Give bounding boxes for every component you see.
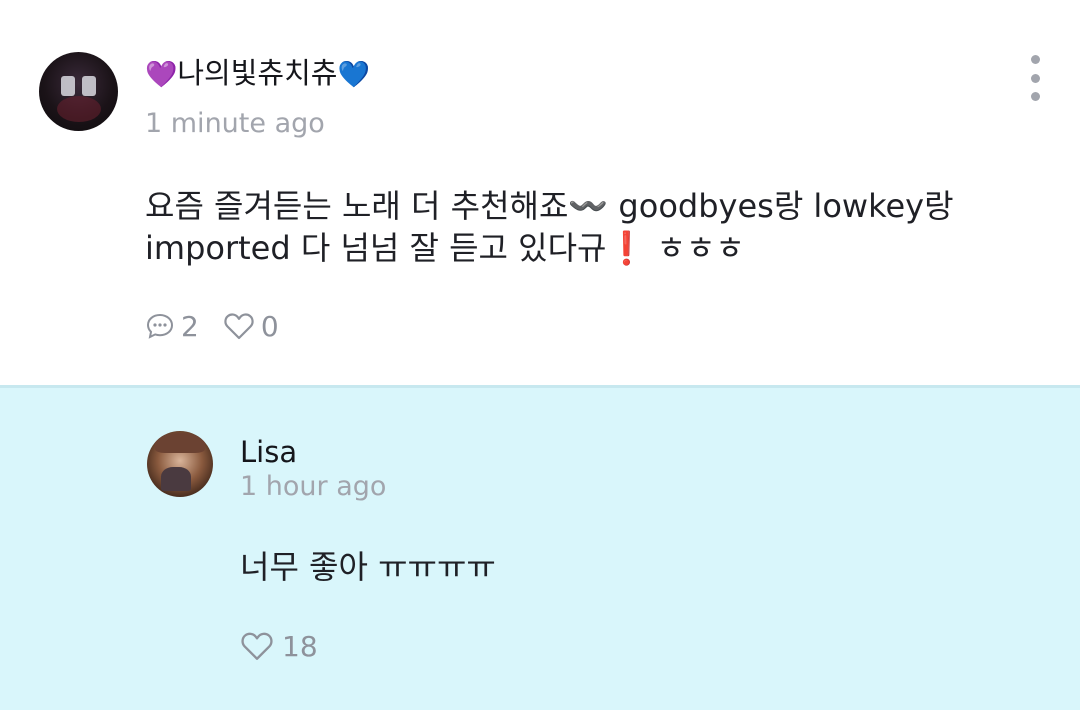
avatar-glow xyxy=(57,96,101,122)
avatar-hair xyxy=(155,433,205,453)
comment-timestamp: 1 minute ago xyxy=(145,108,325,139)
comment-body-line-2: imported 다 넘넘 잘 듣고 있다규❗ ㅎㅎㅎ xyxy=(145,229,745,267)
reply-like-count: 18 xyxy=(282,629,318,663)
avatar-hand xyxy=(161,467,191,491)
heart-outline-icon xyxy=(241,632,273,660)
exclamation-icon: ❗ xyxy=(606,229,647,267)
username-text: 나의빛츄치츄 xyxy=(177,56,338,90)
reply-username[interactable]: Lisa xyxy=(240,435,297,469)
reply-avatar[interactable] xyxy=(147,431,213,497)
reply-card: Lisa 1 hour ago 너무 좋아 ㅠㅠㅠㅠ 18 xyxy=(0,385,1080,710)
reply-button[interactable]: 2 xyxy=(145,310,199,343)
comment-body-line-1: 요즘 즐겨듣는 노래 더 추천해죠〰️ goodbyes랑 lowkey랑 xyxy=(145,187,954,225)
heart-outline-icon xyxy=(224,313,254,340)
comment-username[interactable]: 💜나의빛츄치츄💙 xyxy=(145,55,370,93)
like-count: 0 xyxy=(260,309,279,343)
comment-card: 💜나의빛츄치츄💙 1 minute ago 요즘 즐겨듣는 노래 더 추천해죠〰… xyxy=(0,0,1080,385)
vertical-ellipsis-icon xyxy=(1030,55,1040,64)
avatar-figure-right xyxy=(82,76,96,96)
reply-count: 2 xyxy=(181,309,199,343)
comment-actions: 2 0 xyxy=(145,307,279,345)
reply-like-button[interactable]: 18 xyxy=(240,626,318,666)
speech-bubble-icon xyxy=(146,313,174,339)
reply-timestamp: 1 hour ago xyxy=(240,471,387,502)
reply-body: 너무 좋아 ㅠㅠㅠㅠ xyxy=(240,548,496,586)
blue-heart-icon: 💙 xyxy=(337,60,370,90)
purple-heart-icon: 💜 xyxy=(145,60,178,90)
like-button[interactable]: 0 xyxy=(223,310,279,343)
avatar[interactable] xyxy=(39,52,118,131)
avatar-figure-left xyxy=(61,76,75,96)
more-options-button[interactable] xyxy=(1023,55,1047,101)
comment-body: 요즘 즐겨듣는 노래 더 추천해죠〰️ goodbyes랑 lowkey랑 im… xyxy=(145,185,1035,269)
